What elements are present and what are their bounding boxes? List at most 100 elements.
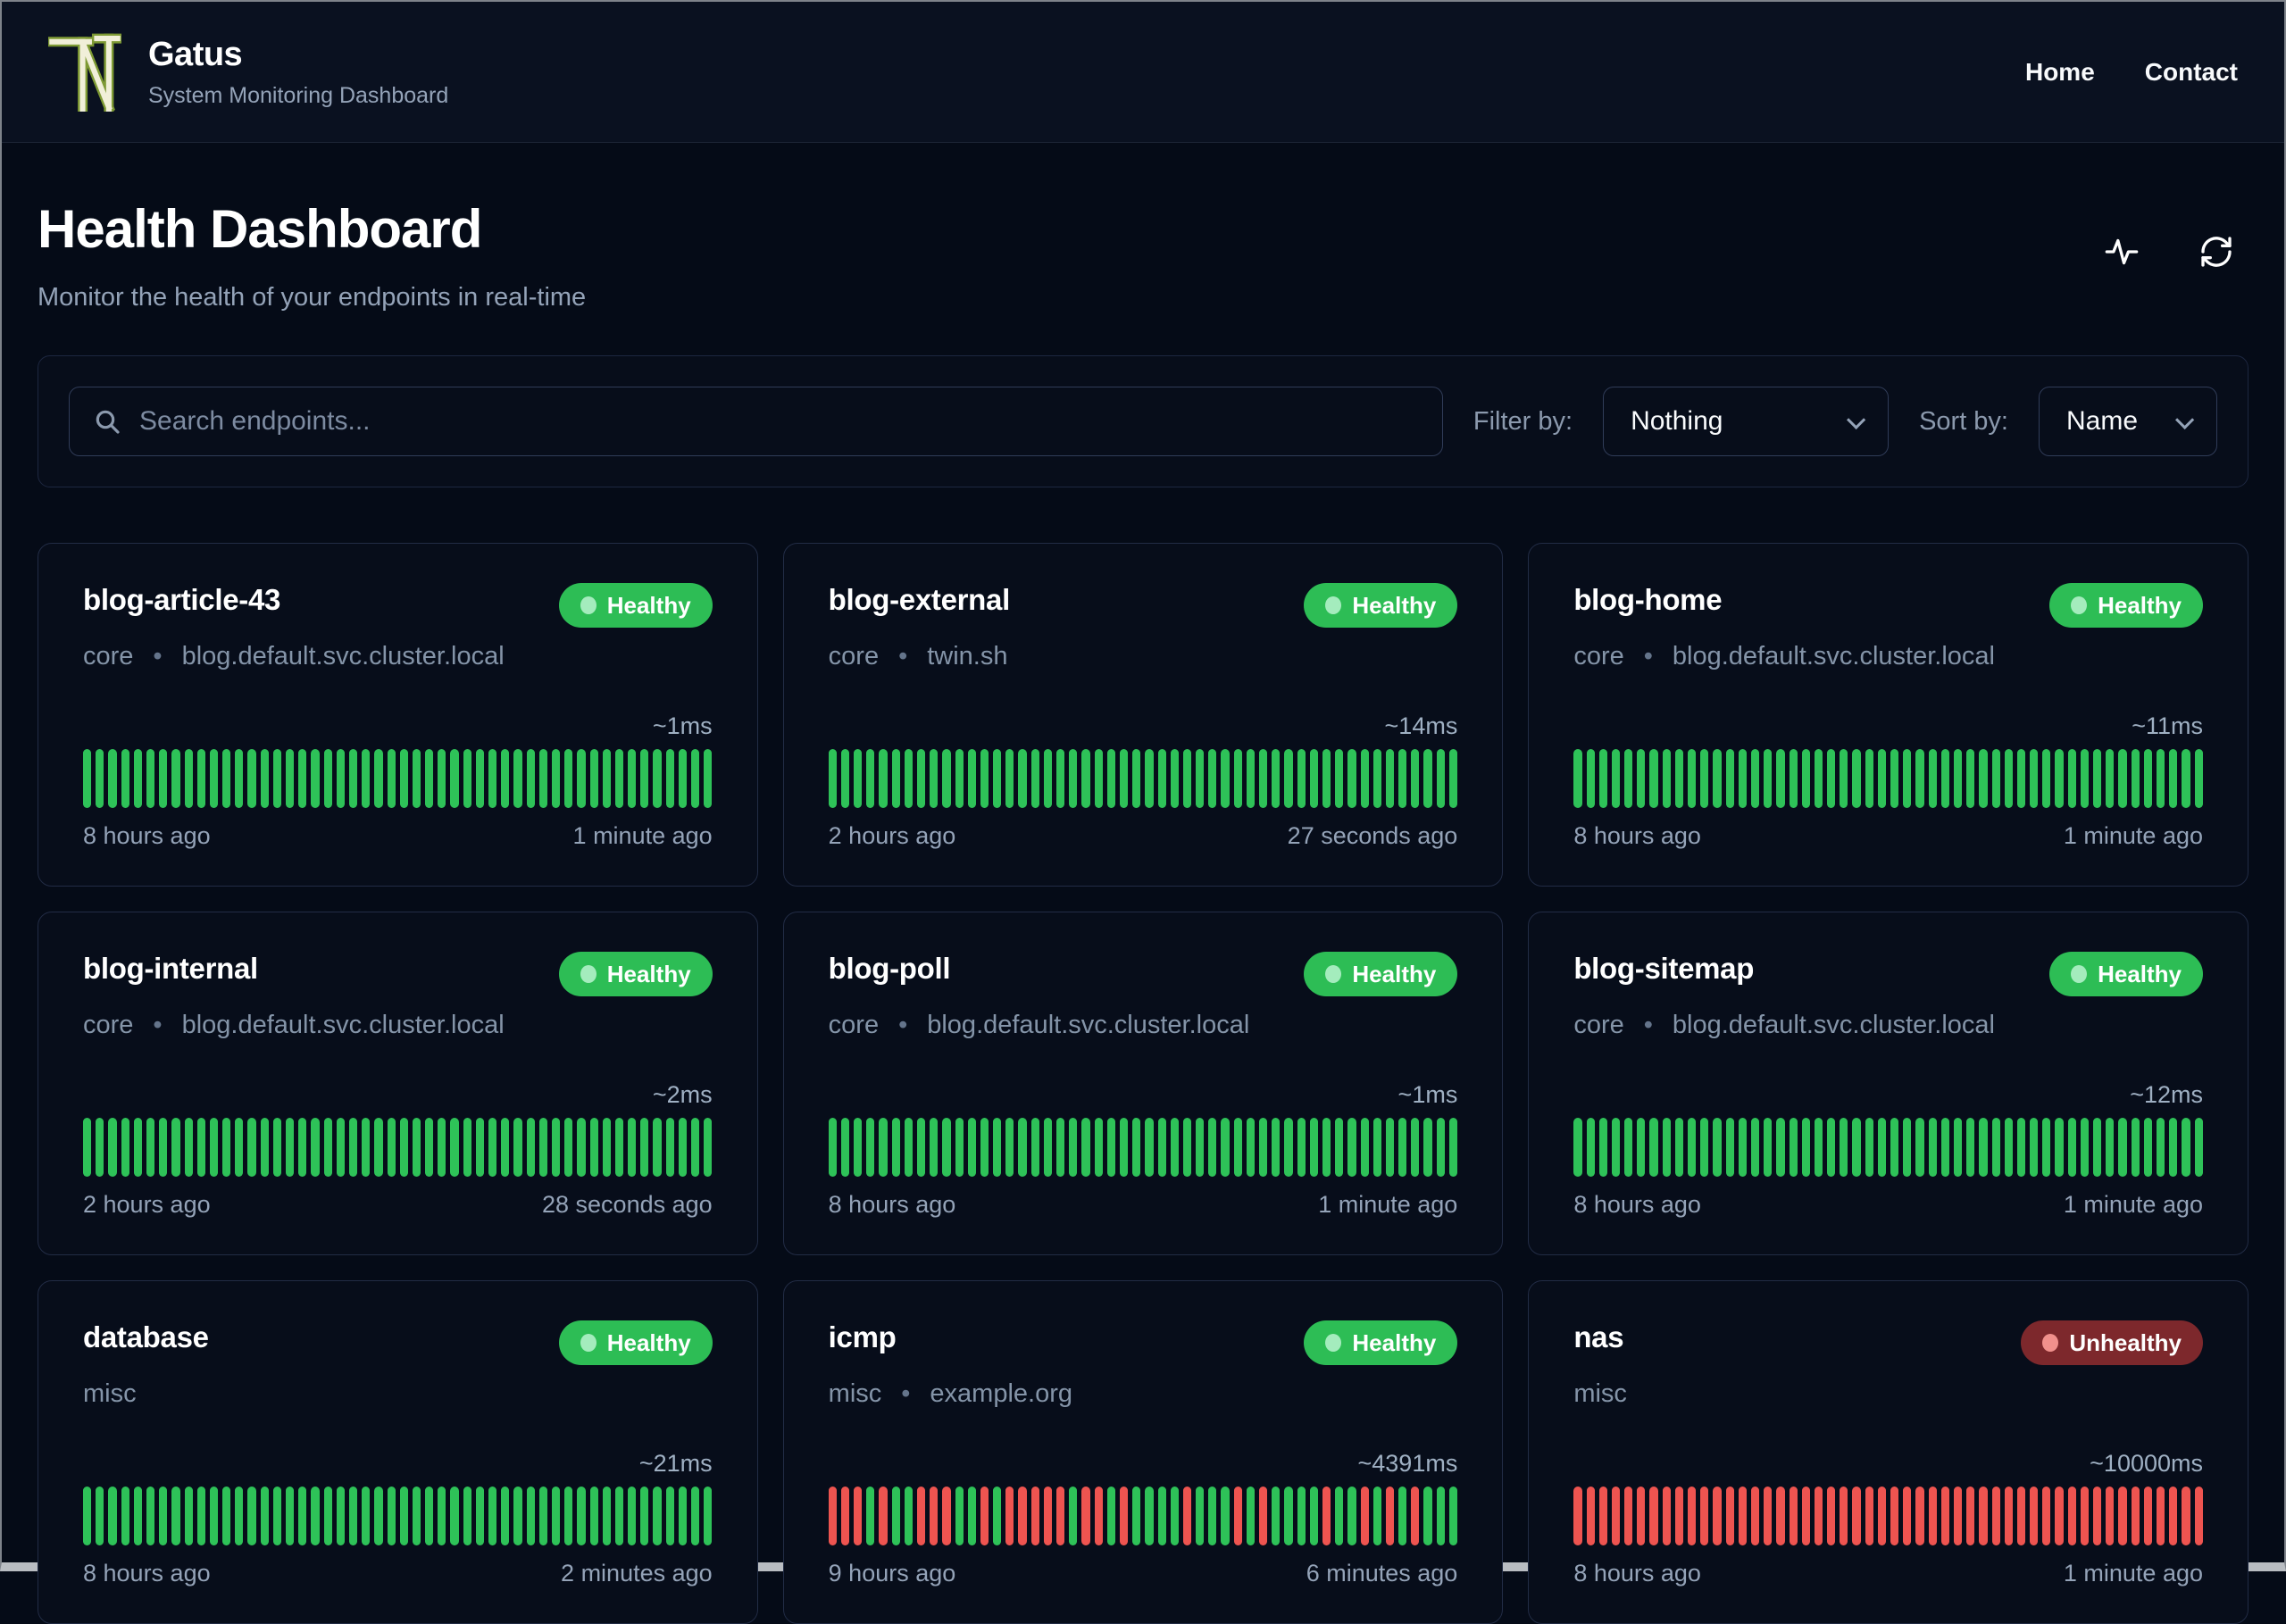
uptime-bar-failure (2143, 1487, 2152, 1545)
uptime-bar-failure (1700, 1487, 1709, 1545)
status-dot-icon (1325, 1334, 1342, 1352)
uptime-bar-failure (1725, 1487, 1734, 1545)
uptime-bar-failure (1573, 1487, 1582, 1545)
uptime-bar-success (653, 1487, 662, 1545)
uptime-bar-success (1979, 749, 1988, 808)
endpoint-name: database (83, 1320, 209, 1353)
activity-pulse-icon[interactable] (2102, 232, 2141, 271)
uptime-bar-success (665, 1118, 674, 1177)
endpoint-card[interactable]: database Healthy misc ~21ms 8 hours ago … (38, 1280, 758, 1624)
uptime-bar-success (336, 749, 345, 808)
uptime-bar-success (1953, 1118, 1963, 1177)
uptime-bar-success (374, 1487, 383, 1545)
uptime-bar-failure (1360, 1487, 1369, 1545)
endpoint-card[interactable]: icmp Healthy misc • example.org ~4391ms … (782, 1280, 1504, 1624)
uptime-bar-success (1840, 749, 1848, 808)
endpoint-card[interactable]: blog-external Healthy core • twin.sh ~14… (782, 543, 1504, 887)
uptime-bar-success (2182, 1118, 2190, 1177)
endpoint-card[interactable]: blog-internal Healthy core • blog.defaul… (38, 912, 758, 1255)
refresh-icon[interactable] (2197, 232, 2236, 271)
uptime-bar-success (967, 1487, 976, 1545)
brand[interactable]: Gatus System Monitoring Dashboard (48, 33, 448, 112)
uptime-bar-success (526, 749, 535, 808)
uptime-bar-success (1309, 1487, 1318, 1545)
uptime-bar-success (551, 1487, 561, 1545)
uptime-bar-success (399, 1487, 408, 1545)
uptime-bar-success (1196, 749, 1205, 808)
uptime-bar-failure (2194, 1487, 2203, 1545)
uptime-bar-success (678, 749, 687, 808)
uptime-bar-success (653, 1118, 662, 1177)
uptime-bar-success (1119, 1118, 1129, 1177)
uptime-bar-success (879, 749, 888, 808)
status-dot-icon (2042, 1334, 2059, 1352)
uptime-bar-success (1423, 1487, 1432, 1545)
uptime-bar-failure (1814, 1487, 1823, 1545)
status-badge: Healthy (558, 1320, 713, 1365)
endpoint-card[interactable]: blog-poll Healthy core • blog.default.sv… (782, 912, 1504, 1255)
uptime-bar-success (2055, 749, 2064, 808)
uptime-bar-success (564, 1118, 573, 1177)
uptime-bar-failure (1586, 1487, 1595, 1545)
uptime-bar-success (1297, 1118, 1306, 1177)
uptime-bar-success (272, 749, 281, 808)
uptime-bar-success (1094, 749, 1103, 808)
uptime-bar-success (425, 749, 434, 808)
uptime-bar-success (1713, 1118, 1722, 1177)
uptime-bar-success (1221, 749, 1230, 808)
uptime-bar-success (1246, 1118, 1256, 1177)
uptime-bar-success (1056, 1118, 1065, 1177)
gatus-logo-icon (48, 33, 121, 112)
uptime-bar-success (1272, 1487, 1281, 1545)
uptime-bar-failure (1259, 1487, 1268, 1545)
uptime-bar-success (513, 749, 522, 808)
uptime-bar-failure (1776, 1487, 1785, 1545)
filter-by-label: Filter by: (1473, 406, 1573, 436)
uptime-bar-success (1865, 1118, 1873, 1177)
search-box[interactable] (69, 387, 1443, 456)
uptime-bar-success (1322, 749, 1331, 808)
nav-link-contact[interactable]: Contact (2145, 58, 2238, 87)
uptime-bar-success (438, 1487, 446, 1545)
uptime-bar-success (891, 749, 900, 808)
uptime-bar-failure (2030, 1487, 2039, 1545)
status-label: Healthy (1352, 1328, 1437, 1356)
uptime-bar-success (1372, 1487, 1381, 1545)
uptime-bar-success (362, 1118, 371, 1177)
uptime-bar-success (374, 1118, 383, 1177)
uptime-bar-success (942, 1118, 951, 1177)
uptime-bar-success (1005, 1118, 1014, 1177)
endpoint-host: blog.default.svc.cluster.local (181, 642, 505, 670)
uptime-bars (1573, 749, 2203, 808)
uptime-bar-success (171, 749, 180, 808)
uptime-bar-success (184, 1487, 193, 1545)
uptime-bar-success (235, 749, 244, 808)
host-separator: • (1643, 1011, 1653, 1039)
uptime-bar-success (1157, 749, 1166, 808)
uptime-bar-failure (1890, 1487, 1899, 1545)
uptime-bar-success (1347, 1487, 1356, 1545)
endpoint-card[interactable]: blog-sitemap Healthy core • blog.default… (1528, 912, 2248, 1255)
sort-select[interactable]: Name (2039, 387, 2217, 456)
endpoint-card[interactable]: blog-article-43 Healthy core • blog.defa… (38, 543, 758, 887)
uptime-bar-failure (1840, 1487, 1848, 1545)
uptime-bar-failure (2156, 1487, 2165, 1545)
uptime-bar-success (1411, 1118, 1420, 1177)
oldest-timestamp: 2 hours ago (83, 1191, 211, 1218)
search-input[interactable] (139, 406, 1419, 437)
uptime-bar-failure (2131, 1487, 2140, 1545)
uptime-bars (83, 1118, 713, 1177)
uptime-bar-success (133, 749, 142, 808)
uptime-bar-success (96, 749, 104, 808)
app-subtitle: System Monitoring Dashboard (148, 82, 449, 108)
uptime-bar-success (348, 1118, 358, 1177)
filter-select[interactable]: Nothing (1603, 387, 1890, 456)
uptime-bar-success (399, 1118, 408, 1177)
uptime-bar-failure (1991, 1487, 2000, 1545)
uptime-bar-success (614, 1487, 624, 1545)
uptime-bar-success (83, 749, 92, 808)
uptime-bar-success (916, 749, 926, 808)
endpoint-card[interactable]: blog-home Healthy core • blog.default.sv… (1528, 543, 2248, 887)
endpoint-card[interactable]: nas Unhealthy misc ~10000ms 8 hours ago … (1528, 1280, 2248, 1624)
nav-link-home[interactable]: Home (2025, 58, 2095, 87)
